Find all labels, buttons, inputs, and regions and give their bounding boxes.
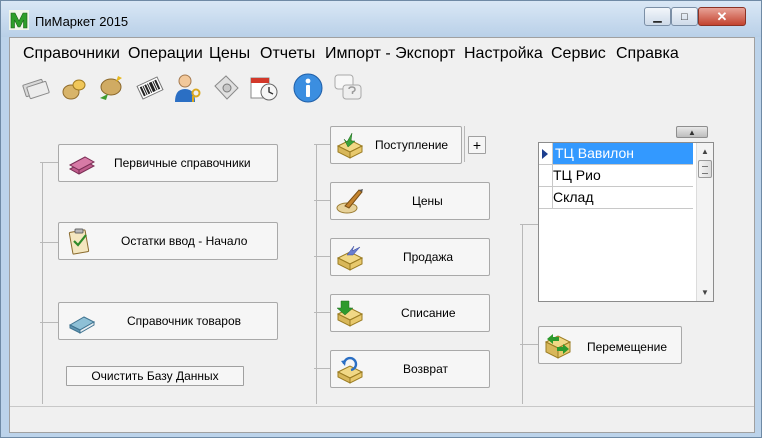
maximize-button[interactable]: □ [671, 7, 698, 26]
tree-line [464, 126, 465, 162]
box-arrow-down-icon [336, 300, 364, 327]
navigation-panel: Первичные справочники Остатки ввод - Нач… [12, 110, 752, 404]
tree-line [314, 368, 330, 369]
tree-line [314, 312, 330, 313]
help-icon[interactable] [332, 72, 364, 104]
store-name: Склад [553, 189, 594, 205]
tree-line [40, 162, 58, 163]
box-arrow-in-icon [336, 132, 364, 159]
price-tag-brush-icon [336, 189, 363, 214]
scroll-down-icon[interactable]: ▼ [697, 284, 713, 301]
sale-button[interactable]: Продажа [330, 238, 490, 276]
close-icon: ✕ [716, 8, 728, 24]
tree-line [316, 144, 317, 404]
return-button[interactable]: Возврат [330, 350, 490, 388]
plus-icon: + [472, 137, 482, 153]
minimize-button[interactable]: ▁ [644, 7, 671, 26]
menu-help[interactable]: Справка [616, 45, 679, 63]
chevron-up-icon: ▲ [688, 127, 696, 137]
menu-prices[interactable]: Цены [209, 45, 250, 63]
scroll-thumb[interactable] [698, 160, 712, 178]
transfer-button[interactable]: Перемещение [538, 326, 682, 364]
tree-line [522, 224, 523, 404]
button-label: Первичные справочники [114, 156, 251, 170]
maximize-icon: □ [681, 10, 688, 23]
store-list[interactable]: ТЦ Вавилон ТЦ Рио Склад ▲ ▼ [538, 142, 714, 302]
button-label: Продажа [403, 250, 454, 264]
clipboard-check-icon [68, 228, 90, 255]
close-button[interactable]: ✕ [698, 7, 746, 26]
tree-line [314, 256, 330, 257]
minimize-icon: ▁ [653, 11, 662, 23]
list-item[interactable]: Склад [539, 187, 693, 209]
primary-directories-button[interactable]: Первичные справочники [58, 144, 278, 182]
client-area: Справочники Операции Цены Отчеты Импорт … [9, 37, 755, 433]
book-icon [68, 316, 96, 334]
status-bar [10, 406, 754, 432]
clear-database-button[interactable]: Очистить Базу Данных [66, 366, 244, 386]
button-label: Поступление [375, 138, 449, 152]
tree-line [40, 242, 58, 243]
box-return-icon [336, 356, 364, 384]
list-scrollbar[interactable]: ▲ ▼ [696, 143, 713, 301]
tree-line [520, 224, 538, 225]
menu-import-export[interactable]: Импорт - Экспорт [325, 45, 455, 63]
coins-exchange-icon[interactable] [96, 72, 128, 104]
box-arrow-out-icon [336, 245, 364, 271]
button-label: Цены [412, 194, 443, 208]
tree-line [40, 322, 58, 323]
button-label: Возврат [403, 362, 448, 376]
title-bar: ПиМаркет 2015 ▁ □ ✕ [1, 1, 761, 37]
app-logo-icon [9, 10, 29, 30]
coins-icon[interactable] [58, 72, 90, 104]
row-indicator [539, 143, 553, 164]
row-indicator [539, 187, 553, 208]
menu-bar: Справочники Операции Цены Отчеты Импорт … [10, 38, 754, 68]
user-key-icon[interactable] [172, 72, 204, 104]
button-label: Остатки ввод - Начало [121, 234, 248, 248]
books-icon [68, 156, 96, 175]
tree-line [314, 200, 330, 201]
prices-button[interactable]: Цены [330, 182, 490, 220]
scroll-up-icon[interactable]: ▲ [697, 143, 713, 160]
button-label: Перемещение [587, 340, 667, 354]
menu-service[interactable]: Сервис [551, 45, 606, 63]
writeoff-button[interactable]: Списание [330, 294, 490, 332]
receipt-button[interactable]: Поступление [330, 126, 462, 164]
list-item[interactable]: ТЦ Вавилон [539, 143, 693, 165]
barcode-icon[interactable] [134, 72, 166, 104]
collapse-button[interactable]: ▲ [676, 126, 708, 138]
button-label: Справочник товаров [127, 314, 241, 328]
button-label: Списание [401, 306, 456, 320]
window-title: ПиМаркет 2015 [35, 14, 129, 29]
calendar-clock-icon[interactable] [248, 72, 280, 104]
button-label: Очистить Базу Данных [91, 369, 219, 383]
toolbar [10, 68, 754, 108]
expand-button[interactable]: + [468, 136, 486, 154]
menu-settings[interactable]: Настройка [464, 45, 543, 63]
current-row-icon [542, 149, 548, 159]
product-directory-button[interactable]: Справочник товаров [58, 302, 278, 340]
scale-icon[interactable] [210, 72, 242, 104]
store-name: ТЦ Рио [553, 167, 601, 183]
info-icon[interactable] [292, 72, 324, 104]
menu-reports[interactable]: Отчеты [260, 45, 315, 63]
tree-line [520, 344, 538, 345]
money-icon[interactable] [20, 72, 52, 104]
list-item[interactable]: ТЦ Рио [539, 165, 693, 187]
main-window: ПиМаркет 2015 ▁ □ ✕ Справочники Операции… [0, 0, 762, 438]
menu-operations[interactable]: Операции [128, 45, 203, 63]
tree-line [314, 144, 330, 145]
box-transfer-icon [544, 334, 572, 359]
opening-balances-button[interactable]: Остатки ввод - Начало [58, 222, 278, 260]
store-name: ТЦ Вавилон [553, 143, 693, 164]
menu-directories[interactable]: Справочники [23, 45, 120, 63]
row-indicator [539, 165, 553, 186]
tree-line [42, 162, 43, 404]
